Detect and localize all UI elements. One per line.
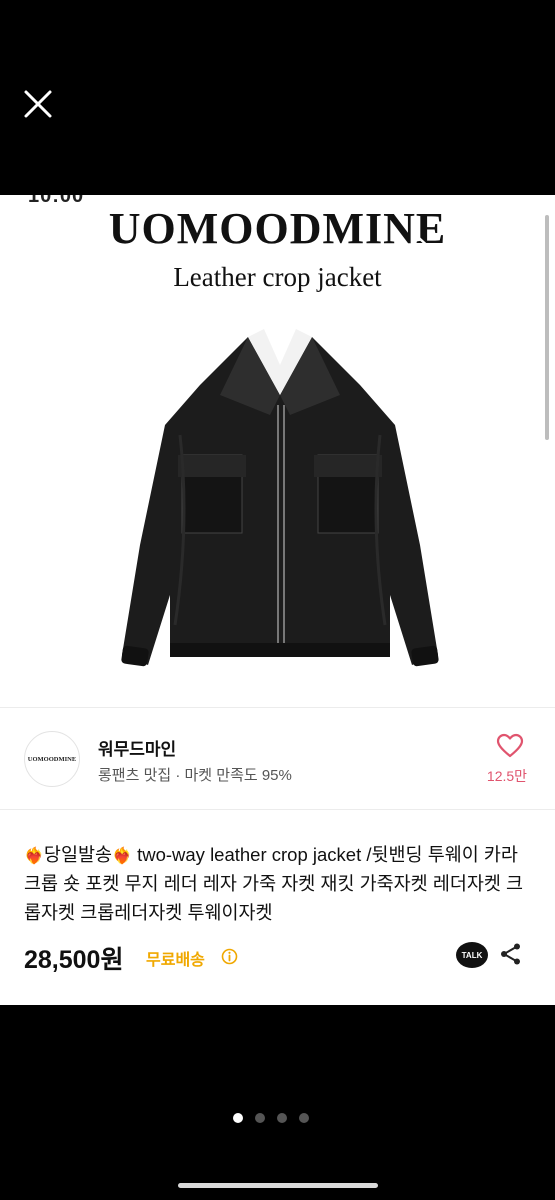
- heart-fire-emoji: ❤️‍🔥: [24, 848, 44, 865]
- share-icon[interactable]: [499, 942, 523, 966]
- info-icon[interactable]: [221, 948, 238, 965]
- search-icon[interactable]: [454, 233, 488, 267]
- home-indicator[interactable]: [178, 1183, 378, 1188]
- like-count: 12.5만: [486, 768, 528, 784]
- heart-fire-emoji: ❤️‍🔥: [112, 848, 132, 865]
- title-prefix: 당일발송: [43, 844, 113, 865]
- jacket-illustration: [121, 329, 439, 667]
- free-shipping-badge: 무료배송: [146, 952, 205, 969]
- product-image[interactable]: 10:00 UOMOODMINE Leather crop jacket: [0, 195, 555, 707]
- seller-meta: 롱팬츠 맛집 · 마켓 만족도 95%: [98, 767, 292, 784]
- seller-row[interactable]: UOMOODMINE 워무드마인 롱팬츠 맛집 · 마켓 만족도 95% 12.…: [0, 707, 555, 809]
- page-dot[interactable]: [277, 1113, 287, 1123]
- home-icon[interactable]: [402, 233, 436, 267]
- kakao-talk-button[interactable]: TALK: [456, 942, 488, 968]
- close-icon[interactable]: [22, 88, 54, 120]
- product-card: 10:00 UOMOODMINE Leather crop jacket UOM…: [0, 195, 555, 1005]
- page-dot[interactable]: [233, 1113, 243, 1123]
- product-title: ❤️‍🔥당일발송❤️‍🔥 two-way leather crop jacket…: [24, 840, 534, 927]
- page-dot[interactable]: [255, 1113, 265, 1123]
- page-dot[interactable]: [299, 1113, 309, 1123]
- seller-avatar[interactable]: UOMOODMINE: [24, 731, 80, 787]
- seller-name[interactable]: 워무드마인: [98, 735, 176, 760]
- back-arrow-icon[interactable]: [22, 233, 48, 267]
- price: 28,500원: [24, 946, 124, 974]
- divider: [0, 809, 555, 810]
- cart-icon[interactable]: [505, 233, 539, 267]
- heart-icon[interactable]: [496, 733, 524, 759]
- page-indicator: [233, 1113, 309, 1123]
- scrollbar[interactable]: [545, 215, 549, 440]
